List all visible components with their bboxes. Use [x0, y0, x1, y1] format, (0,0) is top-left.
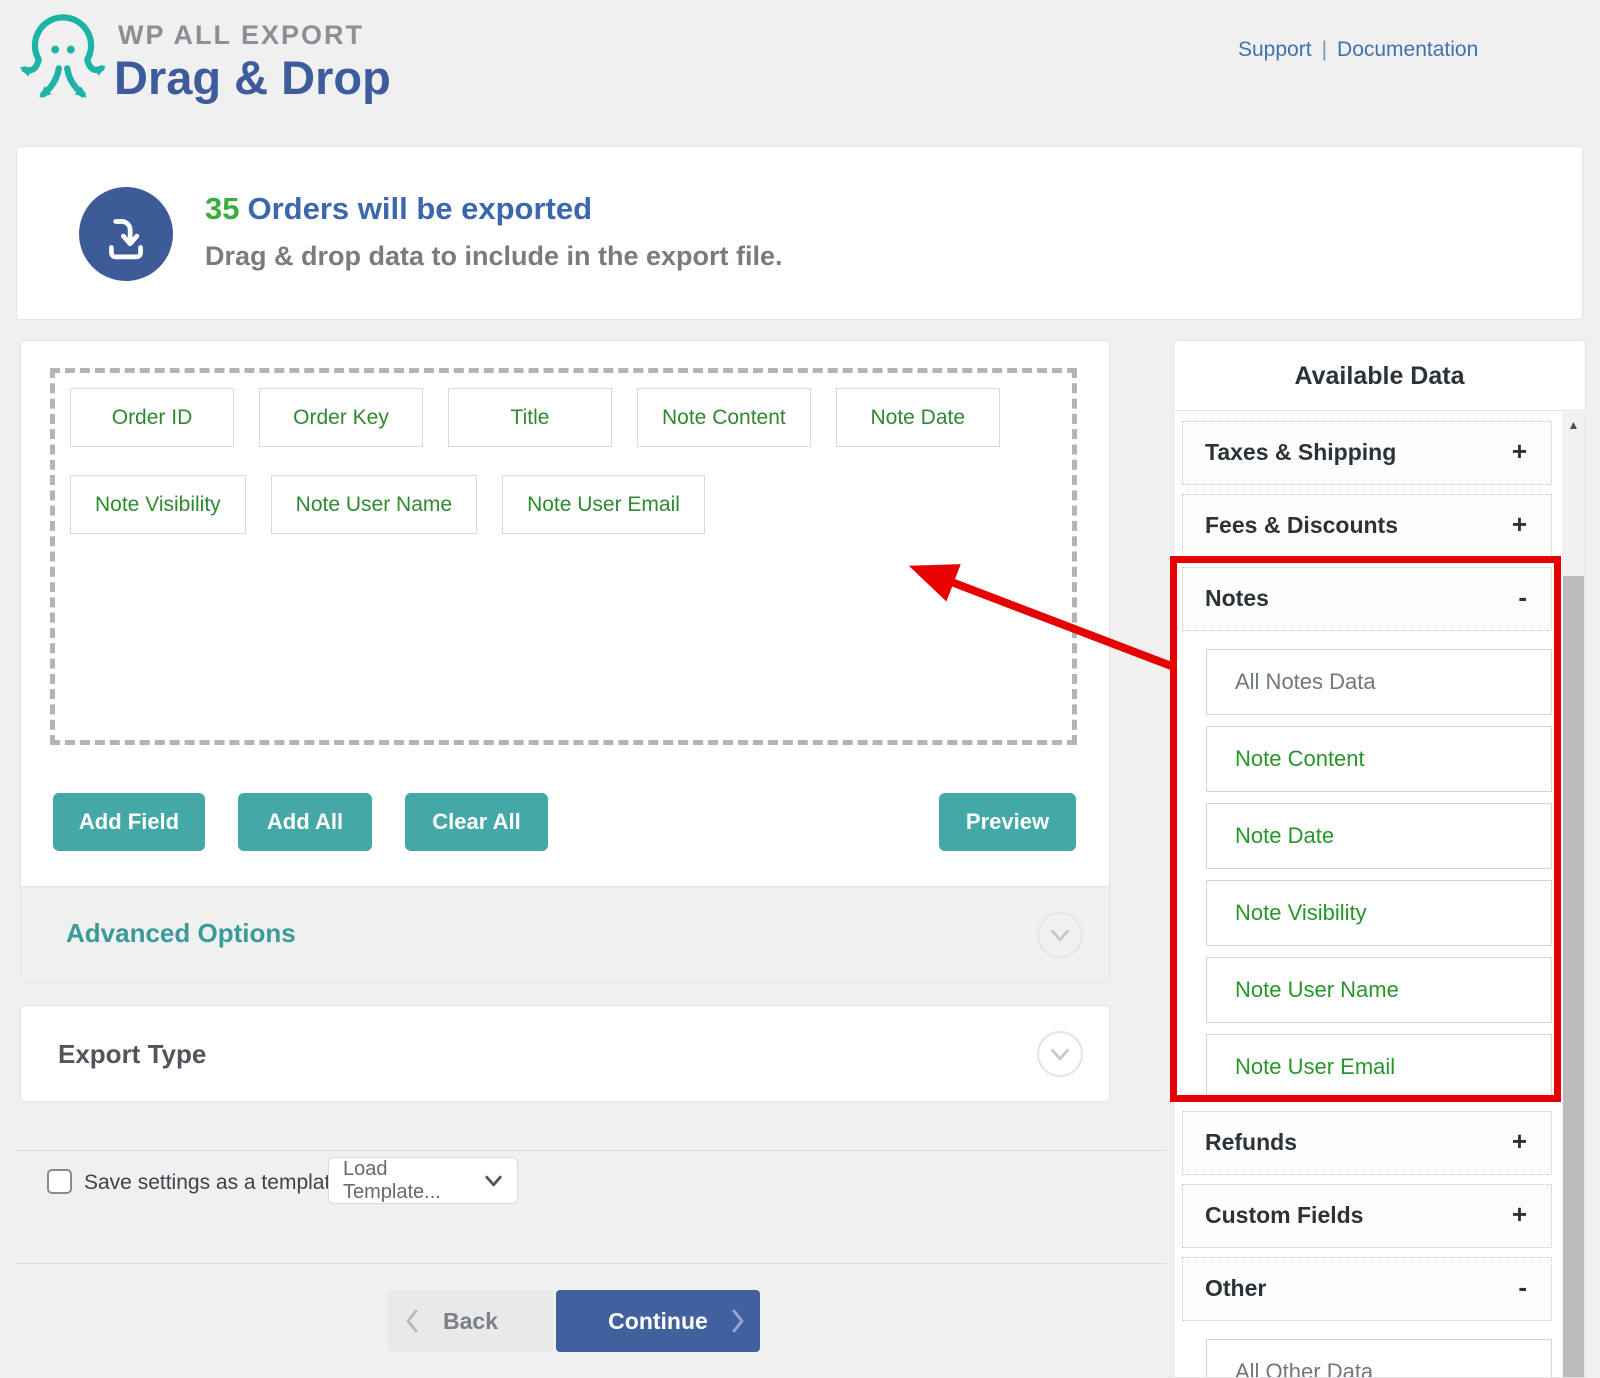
clear-all-button[interactable]: Clear All	[405, 793, 548, 851]
export-type-section[interactable]: Export Type	[20, 1005, 1110, 1102]
field-item-all-other-data[interactable]: All Other Data	[1206, 1339, 1552, 1378]
field-item-note-date[interactable]: Note Date	[1206, 803, 1552, 869]
group-label: Notes	[1205, 585, 1269, 612]
field-item-note-user-email[interactable]: Note User Email	[1206, 1034, 1552, 1100]
expand-toggle[interactable]: +	[1512, 1199, 1527, 1230]
field-item-note-content[interactable]: Note Content	[1206, 726, 1552, 792]
export-subtitle: Drag & drop data to include in the expor…	[205, 241, 783, 272]
available-data-list: Taxes & Shipping + Fees & Discounts + No…	[1182, 421, 1552, 1378]
field-chip[interactable]: Order Key	[259, 388, 423, 447]
field-chip[interactable]: Note User Name	[271, 475, 477, 534]
export-summary-banner: 35Orders will be exported Drag & drop da…	[16, 146, 1583, 320]
expand-toggle[interactable]: +	[1512, 436, 1527, 467]
expand-toggle[interactable]: +	[1512, 1126, 1527, 1157]
advanced-options-label: Advanced Options	[66, 918, 296, 949]
drop-zone[interactable]: Order ID Order Key Title Note Content No…	[50, 368, 1077, 745]
continue-button-label: Continue	[608, 1308, 708, 1334]
field-chip[interactable]: Order ID	[70, 388, 234, 447]
load-template-dropdown[interactable]: Load Template...	[328, 1157, 518, 1204]
field-chip[interactable]: Note Date	[836, 388, 1000, 447]
download-icon	[100, 208, 152, 260]
preview-button[interactable]: Preview	[939, 793, 1076, 851]
documentation-link[interactable]: Documentation	[1337, 38, 1478, 62]
group-label: Custom Fields	[1205, 1202, 1363, 1229]
save-template-label: Save settings as a template	[84, 1171, 342, 1195]
group-notes[interactable]: Notes -	[1182, 567, 1552, 631]
add-field-button[interactable]: Add Field	[53, 793, 205, 851]
available-data-panel: Available Data Taxes & Shipping + Fees &…	[1173, 340, 1586, 1378]
divider	[16, 1263, 1166, 1264]
field-item-label: Note User Email	[1235, 1054, 1395, 1080]
wp-all-export-page: { "header": { "brand": "WP ALL EXPORT", …	[0, 0, 1600, 1378]
scrollbar-thumb[interactable]	[1563, 576, 1584, 1378]
advanced-options-section[interactable]: Advanced Options	[21, 886, 1109, 982]
group-custom-fields[interactable]: Custom Fields +	[1182, 1184, 1552, 1248]
chevron-down-icon	[1039, 1032, 1081, 1076]
load-template-value: Load Template...	[343, 1158, 484, 1204]
field-item-note-visibility[interactable]: Note Visibility	[1206, 880, 1552, 946]
download-icon-circle	[79, 187, 173, 281]
group-fees-discounts[interactable]: Fees & Discounts +	[1182, 494, 1552, 558]
export-count-headline: 35Orders will be exported	[205, 191, 592, 227]
export-count: 35	[205, 191, 239, 226]
group-label: Refunds	[1205, 1129, 1297, 1156]
group-taxes-shipping[interactable]: Taxes & Shipping +	[1182, 421, 1552, 485]
field-item-label: Note Visibility	[1235, 900, 1367, 926]
chevron-down-icon	[484, 1174, 503, 1188]
field-chip[interactable]: Note Visibility	[70, 475, 246, 534]
field-builder-card: Order ID Order Key Title Note Content No…	[20, 340, 1110, 983]
link-separator: |	[1322, 38, 1327, 62]
chevron-down-icon	[1039, 913, 1081, 957]
field-item-label: All Other Data	[1235, 1359, 1373, 1378]
field-item-note-user-name[interactable]: Note User Name	[1206, 957, 1552, 1023]
sidebar-scrollbar[interactable]: ▲	[1562, 412, 1585, 1378]
field-chip[interactable]: Note User Email	[502, 475, 705, 534]
available-data-title: Available Data	[1174, 341, 1585, 411]
expand-toggle[interactable]: +	[1512, 509, 1527, 540]
other-items: All Other Data	[1182, 1339, 1552, 1378]
collapse-toggle[interactable]: -	[1518, 1272, 1527, 1303]
group-label: Fees & Discounts	[1205, 512, 1398, 539]
divider	[16, 1150, 1166, 1151]
add-all-button[interactable]: Add All	[238, 793, 372, 851]
octopus-logo-icon	[16, 8, 110, 112]
group-refunds[interactable]: Refunds +	[1182, 1111, 1552, 1175]
support-link[interactable]: Support	[1238, 38, 1312, 62]
collapse-toggle[interactable]: -	[1518, 582, 1527, 613]
field-item-label: Note User Name	[1235, 977, 1399, 1003]
field-item-label: Note Content	[1235, 746, 1365, 772]
chevron-right-icon	[730, 1307, 746, 1335]
scroll-up-icon[interactable]: ▲	[1562, 412, 1585, 438]
chevron-left-icon	[404, 1307, 420, 1335]
field-chip[interactable]: Title	[448, 388, 612, 447]
export-headline-text: Orders will be exported	[247, 191, 592, 226]
field-item-label: All Notes Data	[1235, 669, 1376, 695]
notes-items: All Notes Data Note Content Note Date No…	[1182, 649, 1552, 1100]
group-label: Taxes & Shipping	[1205, 439, 1396, 466]
group-label: Other	[1205, 1275, 1266, 1302]
back-button[interactable]: Back	[388, 1290, 553, 1352]
advanced-options-expand-button[interactable]	[1037, 912, 1083, 958]
header-links: Support | Documentation	[1238, 38, 1478, 62]
back-button-label: Back	[443, 1308, 498, 1334]
save-template-checkbox[interactable]	[47, 1169, 72, 1194]
group-other[interactable]: Other -	[1182, 1257, 1552, 1321]
export-type-label: Export Type	[58, 1039, 206, 1070]
field-chip[interactable]: Note Content	[637, 388, 811, 447]
field-item-all-notes-data[interactable]: All Notes Data	[1206, 649, 1552, 715]
export-type-expand-button[interactable]	[1037, 1031, 1083, 1077]
field-item-label: Note Date	[1235, 823, 1334, 849]
brand-name: WP ALL EXPORT	[118, 20, 364, 51]
page-title: Drag & Drop	[114, 50, 391, 105]
continue-button[interactable]: Continue	[556, 1290, 760, 1352]
